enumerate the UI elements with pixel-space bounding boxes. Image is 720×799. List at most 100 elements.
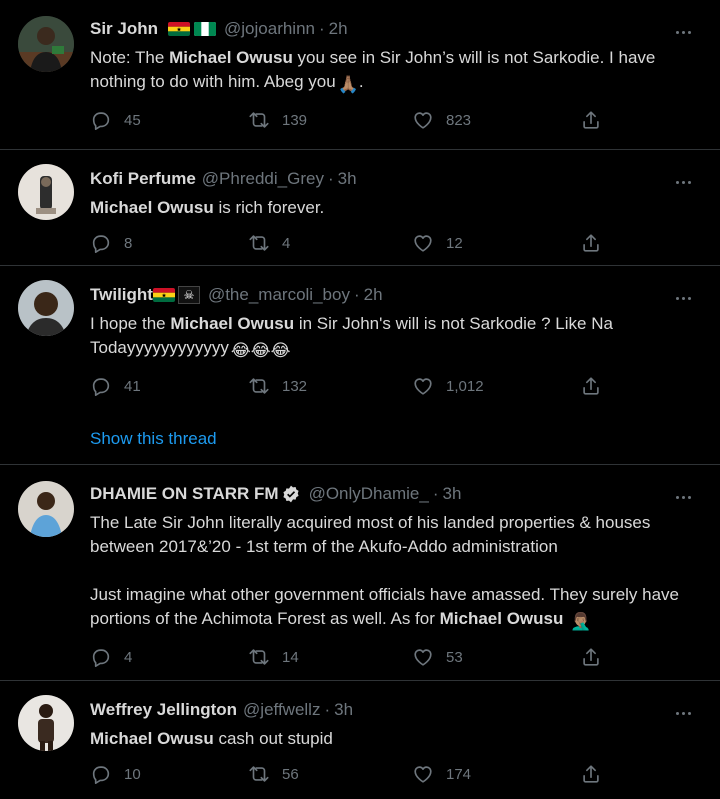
like-count: 53 bbox=[446, 648, 463, 666]
retweet-button[interactable]: 56 bbox=[248, 763, 299, 785]
timestamp[interactable]: 2h bbox=[329, 19, 348, 39]
tweet-text: Michael Owusu cash out stupid bbox=[90, 729, 333, 748]
tweet[interactable]: Kofi Perfume @Phreddi_Grey · 3h Michael … bbox=[0, 150, 720, 266]
tweet[interactable]: Weffrey Jellington @jeffwellz · 3h Micha… bbox=[0, 681, 720, 799]
share-button[interactable] bbox=[580, 109, 602, 131]
tweet-header: Kofi Perfume @Phreddi_Grey · 3h bbox=[90, 164, 704, 194]
tweet-header: Twilight ☠ @the_marcoli_boy · 2h bbox=[90, 280, 704, 310]
more-icon[interactable] bbox=[676, 287, 696, 300]
avatar[interactable] bbox=[18, 280, 74, 336]
like-count: 174 bbox=[446, 765, 472, 783]
laughing-emoji: 😂😂😂 bbox=[230, 341, 291, 360]
display-name[interactable]: Sir John bbox=[90, 19, 158, 39]
like-count: 823 bbox=[446, 111, 472, 129]
retweet-button[interactable]: 132 bbox=[248, 375, 307, 397]
reply-button[interactable]: 8 bbox=[90, 232, 132, 254]
mention-name: Michael Owusu bbox=[170, 314, 295, 333]
show-thread-link[interactable]: Show this thread bbox=[90, 429, 704, 467]
reply-button[interactable]: 10 bbox=[90, 763, 141, 785]
display-name[interactable]: Weffrey Jellington bbox=[90, 700, 237, 720]
share-icon bbox=[580, 232, 602, 254]
separator: · bbox=[319, 19, 325, 38]
timestamp[interactable]: 3h bbox=[442, 484, 461, 504]
tweet-actions: 10 56 174 bbox=[90, 763, 704, 787]
separator: · bbox=[432, 484, 439, 503]
reply-icon bbox=[90, 763, 112, 785]
tweet-actions: 4 14 53 bbox=[90, 646, 704, 670]
retweet-button[interactable]: 139 bbox=[248, 109, 307, 131]
tweet-paragraph: Just imagine what other government offic… bbox=[90, 583, 704, 634]
more-icon[interactable] bbox=[676, 171, 696, 184]
retweet-count: 139 bbox=[282, 111, 308, 129]
retweet-count: 4 bbox=[282, 234, 291, 252]
share-icon bbox=[580, 109, 602, 131]
retweet-count: 14 bbox=[282, 648, 299, 666]
nigeria-flag-icon bbox=[194, 22, 217, 36]
tweet[interactable]: Sir John @jojoarhinn · 2h Note: The Mich… bbox=[0, 0, 720, 150]
timestamp[interactable]: 2h bbox=[364, 285, 383, 305]
retweet-icon bbox=[248, 646, 270, 668]
display-name[interactable]: DHAMIE ON STARR FM bbox=[90, 484, 279, 504]
timestamp[interactable]: 3h bbox=[334, 700, 353, 720]
tweet[interactable]: DHAMIE ON STARR FM @OnlyDhamie_ · 3h The… bbox=[0, 465, 720, 681]
avatar[interactable] bbox=[18, 164, 74, 220]
mention-name: Michael Owusu bbox=[90, 729, 214, 748]
reply-count: 8 bbox=[124, 234, 133, 252]
like-count: 12 bbox=[446, 234, 463, 252]
ghana-flag-icon bbox=[168, 22, 191, 36]
reply-count: 41 bbox=[124, 377, 141, 395]
tweet-text: Note: The Michael Owusu you see in Sir J… bbox=[90, 46, 704, 97]
like-button[interactable]: 53 bbox=[412, 646, 463, 668]
reply-button[interactable]: 41 bbox=[90, 375, 141, 397]
avatar[interactable] bbox=[18, 481, 74, 537]
retweet-icon bbox=[248, 375, 270, 397]
reply-button[interactable]: 45 bbox=[90, 109, 141, 131]
retweet-button[interactable]: 14 bbox=[248, 646, 299, 668]
share-button[interactable] bbox=[580, 375, 602, 397]
like-icon bbox=[412, 646, 434, 668]
reply-count: 45 bbox=[124, 111, 141, 129]
ghana-flag-icon bbox=[152, 288, 175, 302]
retweet-icon bbox=[248, 232, 270, 254]
timestamp[interactable]: 3h bbox=[338, 169, 357, 189]
tweet[interactable]: Twilight ☠ @the_marcoli_boy · 2h I hope … bbox=[0, 266, 720, 465]
share-button[interactable] bbox=[580, 646, 602, 668]
more-icon[interactable] bbox=[676, 21, 696, 34]
reply-icon bbox=[90, 232, 112, 254]
tweet-header: DHAMIE ON STARR FM @OnlyDhamie_ · 3h bbox=[90, 479, 704, 509]
avatar[interactable] bbox=[18, 695, 74, 751]
handle[interactable]: @jeffwellz bbox=[243, 700, 320, 720]
handle[interactable]: @OnlyDhamie_ bbox=[309, 484, 429, 504]
avatar[interactable] bbox=[18, 16, 74, 72]
display-name[interactable]: Twilight bbox=[90, 285, 153, 305]
more-icon[interactable] bbox=[676, 702, 696, 715]
retweet-icon bbox=[248, 763, 270, 785]
handle[interactable]: @the_marcoli_boy bbox=[208, 285, 350, 305]
tweet-header: Sir John @jojoarhinn · 2h bbox=[90, 14, 704, 44]
share-button[interactable] bbox=[580, 763, 602, 785]
reply-icon bbox=[90, 646, 112, 668]
retweet-button[interactable]: 4 bbox=[248, 232, 290, 254]
share-button[interactable] bbox=[580, 232, 602, 254]
like-button[interactable]: 1,012 bbox=[412, 375, 484, 397]
share-icon bbox=[580, 763, 602, 785]
separator: · bbox=[324, 700, 331, 719]
like-icon bbox=[412, 375, 434, 397]
reply-icon bbox=[90, 109, 112, 131]
tweet-paragraph: The Late Sir John literally acquired mos… bbox=[90, 513, 651, 556]
mention-name: Michael Owusu bbox=[169, 48, 293, 67]
folded-hands-emoji: 🙏🏽 bbox=[337, 75, 359, 94]
mention-name: Michael Owusu bbox=[90, 198, 214, 217]
handle[interactable]: @jojoarhinn bbox=[224, 19, 315, 39]
more-icon[interactable] bbox=[676, 486, 696, 499]
like-icon bbox=[412, 763, 434, 785]
like-button[interactable]: 823 bbox=[412, 109, 471, 131]
like-button[interactable]: 174 bbox=[412, 763, 471, 785]
like-button[interactable]: 12 bbox=[412, 232, 463, 254]
handle[interactable]: @Phreddi_Grey bbox=[202, 169, 324, 189]
reply-button[interactable]: 4 bbox=[90, 646, 132, 668]
facepalm-emoji: 🤦🏽‍♂️ bbox=[570, 612, 592, 631]
separator: · bbox=[353, 285, 360, 304]
display-name[interactable]: Kofi Perfume bbox=[90, 169, 196, 189]
reply-count: 10 bbox=[124, 765, 141, 783]
